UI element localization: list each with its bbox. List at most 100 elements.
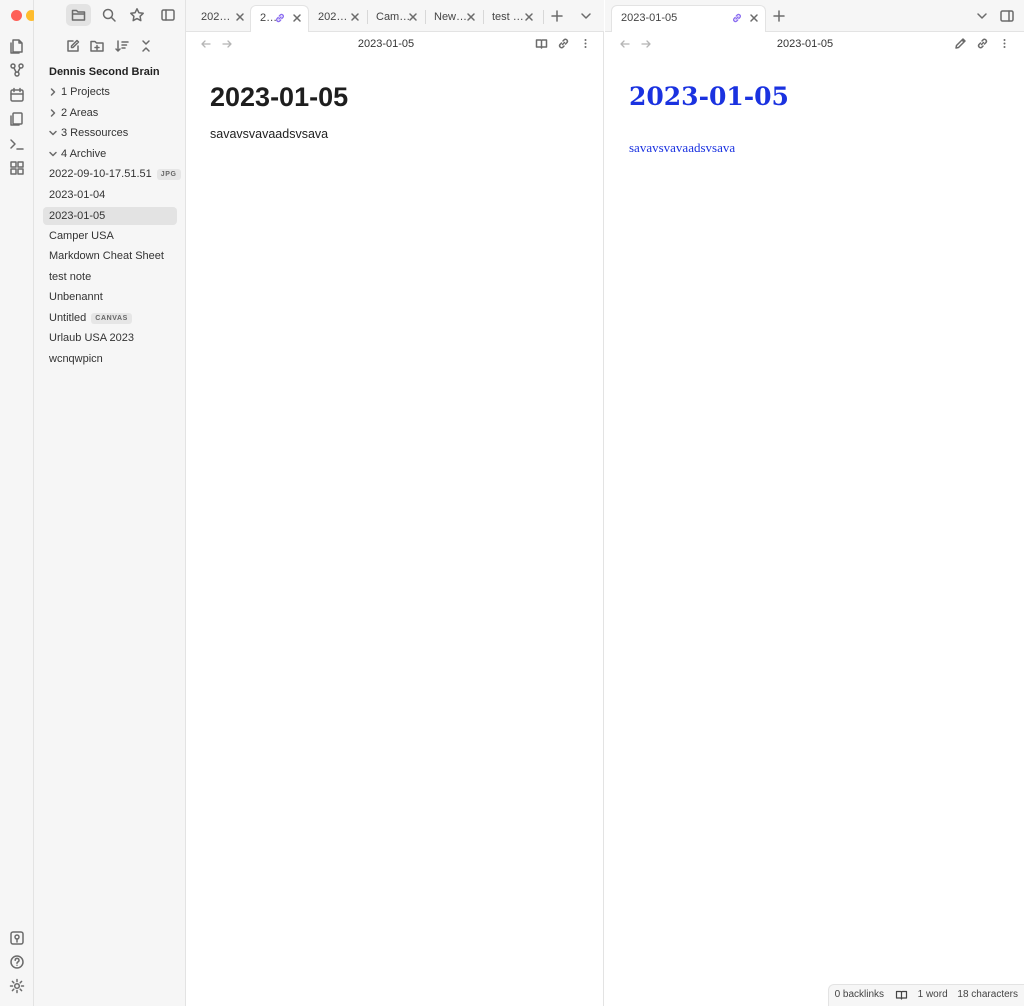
folder-label: 2 Areas: [61, 107, 99, 119]
note-body-text: savavsvavaadsvsava: [629, 140, 736, 155]
tab-active[interactable]: 2…: [250, 5, 309, 32]
file-item[interactable]: Unbenannt: [43, 288, 177, 306]
folder-item-ressources[interactable]: 3 Ressources: [43, 124, 177, 142]
file-type-badge: JPG: [156, 169, 181, 180]
close-icon[interactable]: [523, 11, 535, 23]
tab-list-chevron-icon[interactable]: [579, 9, 593, 23]
file-label: 2023-01-04: [49, 189, 106, 201]
tab-bar: 2023-01-05: [605, 0, 1024, 32]
file-item-active[interactable]: 2023-01-05: [43, 207, 177, 225]
word-count: 1 word: [917, 989, 948, 1000]
new-tab-icon[interactable]: [550, 9, 564, 23]
vault-name[interactable]: Dennis Second Brain: [49, 66, 160, 78]
link-icon[interactable]: [976, 37, 989, 50]
vault-switcher-icon[interactable]: [8, 929, 26, 947]
folder-label: 4 Archive: [61, 148, 107, 160]
reading-mode-book-icon[interactable]: [895, 989, 908, 1001]
chevron-down-icon: [49, 130, 57, 136]
tab-list-chevron-icon[interactable]: [975, 9, 989, 23]
file-item[interactable]: Untitled CANVAS: [43, 309, 177, 327]
file-label: 2023-01-05: [49, 210, 106, 222]
status-bar: 0 backlinks 1 word 18 characters: [827, 984, 1024, 1006]
file-item[interactable]: 2023-01-04: [43, 186, 177, 204]
tab[interactable]: test …: [483, 5, 541, 32]
sidebar-toggle-icon[interactable]: [160, 5, 176, 25]
more-options-icon[interactable]: [579, 37, 592, 50]
forward-arrow-icon[interactable]: [640, 38, 652, 50]
file-item[interactable]: test note: [43, 268, 177, 286]
edit-pencil-icon[interactable]: [954, 37, 967, 50]
tab-label: 202…: [201, 11, 231, 23]
close-icon[interactable]: [291, 12, 303, 24]
search-icon[interactable]: [101, 5, 117, 25]
chevron-right-icon: [50, 109, 56, 117]
new-note-icon[interactable]: [66, 39, 80, 53]
file-item[interactable]: wcnqwpicn: [43, 350, 177, 368]
link-icon: [733, 13, 741, 23]
help-icon[interactable]: [8, 953, 26, 971]
note-body-text[interactable]: savavsvavaadsvsava: [210, 127, 328, 141]
daily-note-icon[interactable]: [8, 86, 26, 104]
left-ribbon: [0, 0, 52, 1006]
file-label: test note: [49, 271, 92, 283]
forward-arrow-icon[interactable]: [221, 38, 233, 50]
file-item[interactable]: 2022-09-10-17.51.51 JPG: [43, 165, 181, 183]
new-tab-icon[interactable]: [772, 9, 786, 23]
tab[interactable]: Cam…: [367, 5, 425, 32]
close-icon[interactable]: [349, 11, 361, 23]
chevron-right-icon: [50, 88, 56, 96]
bookmark-star-icon[interactable]: [129, 5, 145, 25]
close-icon[interactable]: [407, 11, 419, 23]
link-icon: [276, 13, 284, 23]
view-header-title[interactable]: 2023-01-05: [336, 38, 436, 50]
new-folder-icon[interactable]: [90, 39, 104, 53]
graph-view-icon[interactable]: [8, 61, 26, 79]
more-options-icon[interactable]: [998, 37, 1011, 50]
canvas-icon[interactable]: [8, 159, 26, 177]
file-item[interactable]: Camper USA: [43, 227, 177, 245]
file-label: Untitled: [49, 312, 87, 324]
editor-pane-right: 2023-01-05 2023-01-05 2023-01-05 savavsv…: [605, 0, 1024, 1006]
tab[interactable]: New…: [425, 5, 483, 32]
settings-icon[interactable]: [8, 977, 26, 995]
folder-label: 3 Ressources: [61, 127, 129, 139]
back-arrow-icon[interactable]: [200, 38, 212, 50]
backlinks-count[interactable]: 0 backlinks: [835, 985, 884, 1005]
back-arrow-icon[interactable]: [619, 38, 631, 50]
file-label: 2022-09-10-17.51.51: [49, 168, 152, 180]
reading-view-book-icon[interactable]: [535, 37, 548, 50]
link-icon[interactable]: [557, 37, 570, 50]
tab-active[interactable]: 2023-01-05: [611, 5, 766, 32]
close-icon[interactable]: [748, 12, 760, 24]
sort-icon[interactable]: [115, 39, 129, 53]
quick-switcher-icon[interactable]: [8, 37, 26, 55]
tab-label: New…: [434, 11, 468, 23]
file-label: Urlaub USA 2023: [49, 332, 134, 344]
view-header-title[interactable]: 2023-01-05: [755, 38, 855, 50]
tab-separator: [543, 10, 544, 24]
file-explorer-tab[interactable]: [66, 4, 91, 26]
collapse-all-icon[interactable]: [139, 39, 153, 53]
command-palette-icon[interactable]: [8, 135, 26, 153]
right-sidebar-toggle-icon[interactable]: [999, 8, 1015, 24]
note-heading: 2023-01-05: [629, 82, 789, 111]
folder-item-areas[interactable]: 2 Areas: [43, 104, 177, 122]
file-label: Markdown Cheat Sheet: [49, 250, 164, 262]
tab-label: 202…: [318, 11, 348, 23]
folder-label: 1 Projects: [61, 86, 110, 98]
tab-bar: 202… 2… 202… Cam… New… test …: [186, 0, 604, 32]
chevron-down-icon: [49, 151, 57, 157]
tab[interactable]: 202…: [192, 5, 250, 32]
folder-item-projects[interactable]: 1 Projects: [43, 83, 177, 101]
templates-icon[interactable]: [8, 110, 26, 128]
file-item[interactable]: Markdown Cheat Sheet: [43, 247, 177, 265]
close-icon[interactable]: [234, 11, 246, 23]
file-label: Unbenannt: [49, 291, 103, 303]
tab[interactable]: 202…: [309, 5, 367, 32]
folder-item-archive[interactable]: 4 Archive: [43, 145, 177, 163]
tab-label: Cam…: [376, 11, 411, 23]
close-icon[interactable]: [465, 11, 477, 23]
file-item[interactable]: Urlaub USA 2023: [43, 329, 177, 347]
note-heading[interactable]: 2023-01-05: [210, 82, 348, 113]
window-close-button[interactable]: [11, 10, 22, 21]
